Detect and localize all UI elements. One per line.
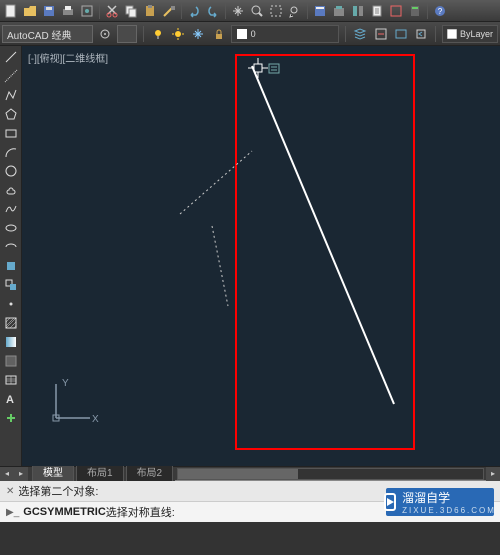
scrollbar-thumb[interactable]	[178, 469, 298, 479]
watermark-main: 溜溜自学	[402, 491, 450, 505]
spline-icon[interactable]	[2, 200, 20, 218]
drawing-viewport[interactable]: [-][俯视][二维线框]	[22, 46, 500, 466]
open-icon[interactable]	[21, 2, 39, 20]
toolbar-divider	[307, 3, 308, 19]
command-prompt-icon: ▶_	[6, 507, 19, 518]
workspace-toolbar: AutoCAD 经典 0 ByLayer	[0, 22, 500, 46]
insert-block-icon[interactable]	[2, 257, 20, 275]
toolbar-divider	[181, 3, 182, 19]
zoom-previous-icon[interactable]	[286, 2, 304, 20]
svg-text:Y: Y	[62, 378, 69, 389]
layer-lock-icon[interactable]	[210, 25, 226, 43]
cursor-pickbox	[248, 58, 268, 78]
scrollbar-horizontal: ◂ ▸ 模型 布局1 布局2 ▸	[0, 466, 500, 480]
cut-icon[interactable]	[103, 2, 121, 20]
addselected-icon[interactable]	[2, 409, 20, 427]
workspace-selector[interactable]: AutoCAD 经典	[2, 25, 93, 43]
svg-text:?: ?	[438, 7, 443, 16]
layer-state-icon[interactable]	[373, 25, 389, 43]
make-block-icon[interactable]	[2, 276, 20, 294]
save-icon[interactable]	[40, 2, 58, 20]
gradient-icon[interactable]	[2, 333, 20, 351]
undo-icon[interactable]	[185, 2, 203, 20]
zoom-icon[interactable]	[248, 2, 266, 20]
watermark-badge: 溜溜自学 ZIXUE.3D66.COM	[386, 488, 494, 516]
markup-icon[interactable]	[387, 2, 405, 20]
redo-icon[interactable]	[204, 2, 222, 20]
workspace-settings-icon[interactable]	[97, 25, 113, 43]
ellipse-arc-icon[interactable]	[2, 238, 20, 256]
plot-preview-icon[interactable]	[78, 2, 96, 20]
layer-manage-icon[interactable]	[352, 25, 368, 43]
tab-layout2-label: 布局2	[137, 468, 163, 479]
cursor-badge-icon	[268, 63, 280, 75]
scroll-right-icon[interactable]: ▸	[14, 467, 28, 481]
polyline-icon[interactable]	[2, 86, 20, 104]
search-input[interactable]	[117, 25, 137, 43]
toolbar-divider	[435, 26, 436, 42]
calc-icon[interactable]	[406, 2, 424, 20]
command-name: GCSYMMETRIC	[23, 506, 106, 518]
rectangle-icon[interactable]	[2, 124, 20, 142]
layer-prev-icon[interactable]	[413, 25, 429, 43]
toolbar-divider	[143, 26, 144, 42]
svg-text:A: A	[6, 394, 14, 406]
arc-icon[interactable]	[2, 143, 20, 161]
help-icon[interactable]: ?	[431, 2, 449, 20]
tool-palette-icon[interactable]	[349, 2, 367, 20]
match-prop-icon[interactable]	[160, 2, 178, 20]
polygon-icon[interactable]	[2, 105, 20, 123]
close-cmd-icon[interactable]: ✕	[6, 486, 14, 497]
paste-icon[interactable]	[141, 2, 159, 20]
line-icon[interactable]	[2, 48, 20, 66]
tab-layout1-label: 布局1	[87, 468, 113, 479]
scroll-left-icon[interactable]: ◂	[0, 467, 14, 481]
new-icon[interactable]	[2, 2, 20, 20]
properties-icon[interactable]	[311, 2, 329, 20]
table-icon[interactable]	[2, 371, 20, 389]
toolbar-divider	[427, 3, 428, 19]
command-history-text: 选择第二个对象:	[18, 483, 98, 499]
point-icon[interactable]	[2, 295, 20, 313]
layer-match-icon[interactable]	[393, 25, 409, 43]
circle-icon[interactable]	[2, 162, 20, 180]
draw-toolbar: A	[0, 46, 22, 466]
design-center-icon[interactable]	[330, 2, 348, 20]
region-icon[interactable]	[2, 352, 20, 370]
toolbar-divider	[225, 3, 226, 19]
workspace-name: AutoCAD 经典	[7, 31, 71, 42]
sheet-set-icon[interactable]	[368, 2, 386, 20]
play-icon	[384, 493, 396, 511]
tab-model-label: 模型	[43, 468, 63, 479]
watermark-sub: ZIXUE.3D66.COM	[402, 506, 496, 515]
layout-tabs: 模型 布局1 布局2	[28, 467, 175, 481]
layer-color-label: ByLayer	[460, 29, 493, 39]
revcloud-icon[interactable]	[2, 181, 20, 199]
print-icon[interactable]	[59, 2, 77, 20]
standard-toolbar: ?	[0, 0, 500, 22]
main-area: A [-][俯视][二维线框]	[0, 46, 500, 466]
svg-text:X: X	[92, 414, 99, 425]
ucs-icon: Y X	[50, 378, 100, 428]
mtext-icon[interactable]: A	[2, 390, 20, 408]
layer-dropdown[interactable]: 0	[231, 25, 340, 43]
layer-sun-icon[interactable]	[170, 25, 186, 43]
copy-icon[interactable]	[122, 2, 140, 20]
scroll-right-end-icon[interactable]: ▸	[486, 467, 500, 481]
xline-icon[interactable]	[2, 67, 20, 85]
command-prompt-text: 选择对称直线:	[106, 504, 175, 520]
layer-bulb-icon[interactable]	[150, 25, 166, 43]
pan-icon[interactable]	[229, 2, 247, 20]
zoom-window-icon[interactable]	[267, 2, 285, 20]
toolbar-divider	[345, 26, 346, 42]
scrollbar-track[interactable]	[177, 468, 484, 480]
color-dropdown[interactable]: ByLayer	[442, 25, 498, 43]
hatch-icon[interactable]	[2, 314, 20, 332]
layer-freeze-icon[interactable]	[190, 25, 206, 43]
toolbar-divider	[99, 3, 100, 19]
ellipse-icon[interactable]	[2, 219, 20, 237]
